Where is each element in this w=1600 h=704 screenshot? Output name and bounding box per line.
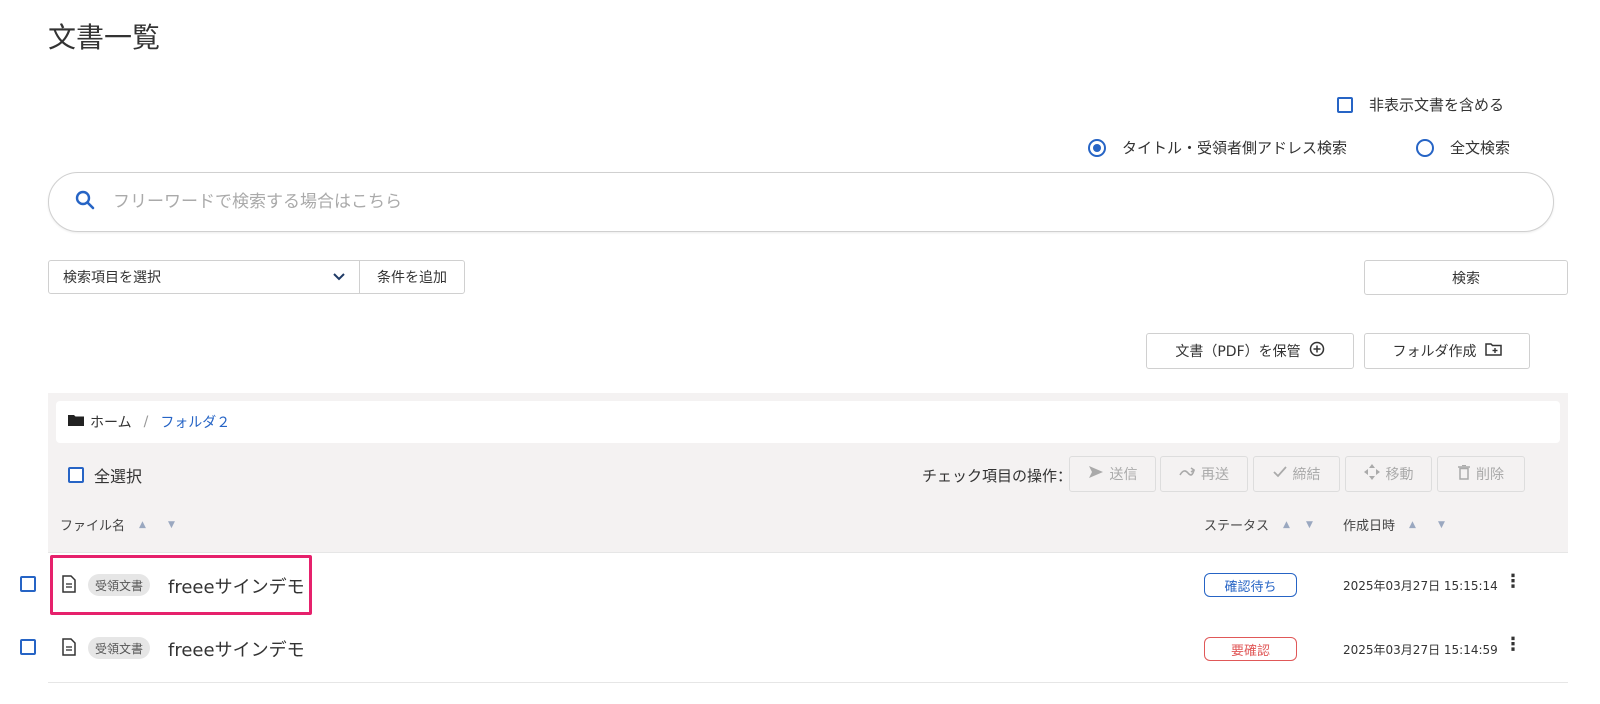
checked-ops-label: チェック項目の操作： bbox=[922, 467, 1073, 485]
document-type-tag: 受領文書 bbox=[88, 637, 151, 659]
resend-label: 再送 bbox=[1201, 467, 1229, 483]
resend-button[interactable]: 再送 bbox=[1160, 456, 1248, 492]
table-row[interactable]: 受領文書 freeeサインデモ 要確認 2025年03月27日 15:14:59… bbox=[20, 617, 1568, 683]
created-date: 2025年03月27日 15:15:14 bbox=[1343, 579, 1498, 593]
select-all[interactable]: 全選択 bbox=[68, 463, 142, 487]
plus-circle-icon bbox=[1309, 341, 1325, 361]
search-button[interactable]: 検索 bbox=[1364, 260, 1568, 295]
resend-icon bbox=[1179, 466, 1196, 482]
chevron-down-icon bbox=[333, 269, 345, 285]
breadcrumb-current[interactable]: フォルダ２ bbox=[160, 412, 230, 432]
move-icon bbox=[1363, 464, 1380, 484]
column-status-label: ステータス bbox=[1204, 519, 1270, 534]
created-date: 2025年03月27日 15:14:59 bbox=[1343, 643, 1498, 657]
sort-asc-icon[interactable]: ▲ bbox=[139, 520, 146, 530]
column-status[interactable]: ステータス ▲ ▼ bbox=[1204, 515, 1313, 534]
radio-fulltext-search-label: 全文検索 bbox=[1450, 139, 1511, 157]
store-pdf-button[interactable]: 文書（PDF）を保管 bbox=[1146, 333, 1354, 369]
search-bar bbox=[48, 172, 1554, 232]
send-icon bbox=[1088, 465, 1104, 483]
include-hidden-label: 非表示文書を含める bbox=[1369, 96, 1505, 114]
sort-desc-icon[interactable]: ▼ bbox=[1438, 520, 1445, 530]
document-icon bbox=[62, 638, 76, 660]
move-label: 移動 bbox=[1385, 467, 1414, 483]
sort-asc-icon[interactable]: ▲ bbox=[1409, 520, 1416, 530]
breadcrumb-separator: / bbox=[143, 414, 149, 430]
send-button[interactable]: 送信 bbox=[1069, 456, 1156, 492]
include-hidden-option[interactable]: 非表示文書を含める bbox=[1337, 94, 1504, 115]
document-type-tag: 受領文書 bbox=[88, 574, 151, 596]
radio-fulltext-search-button[interactable] bbox=[1416, 138, 1434, 157]
conclude-label: 締結 bbox=[1292, 467, 1321, 483]
radio-title-search-label: タイトル・受領者側アドレス検索 bbox=[1122, 139, 1348, 157]
column-created[interactable]: 作成日時 ▲ ▼ bbox=[1343, 515, 1445, 534]
radio-title-search[interactable]: タイトル・受領者側アドレス検索 bbox=[1088, 137, 1347, 158]
trash-icon bbox=[1458, 464, 1470, 484]
sort-desc-icon[interactable]: ▼ bbox=[168, 520, 175, 530]
column-file-name[interactable]: ファイル名 ▲ ▼ bbox=[60, 515, 175, 534]
row-checkbox[interactable] bbox=[20, 576, 36, 592]
more-menu-icon[interactable]: ⋮ bbox=[1504, 571, 1522, 592]
breadcrumb: ホーム / フォルダ２ bbox=[56, 401, 1560, 443]
radio-title-search-button[interactable] bbox=[1088, 138, 1106, 157]
status-badge: 要確認 bbox=[1204, 637, 1297, 661]
breadcrumb-home[interactable]: ホーム bbox=[90, 412, 132, 432]
delete-label: 削除 bbox=[1476, 467, 1504, 483]
include-hidden-checkbox[interactable] bbox=[1337, 96, 1353, 113]
folder-plus-icon bbox=[1484, 342, 1502, 360]
document-name[interactable]: freeeサインデモ bbox=[168, 636, 305, 662]
search-input[interactable] bbox=[113, 192, 1513, 212]
move-button[interactable]: 移動 bbox=[1345, 456, 1432, 492]
check-icon bbox=[1272, 466, 1287, 482]
folder-icon bbox=[68, 414, 84, 430]
document-name[interactable]: freeeサインデモ bbox=[168, 573, 305, 599]
row-checkbox[interactable] bbox=[20, 639, 36, 655]
column-file-name-label: ファイル名 bbox=[60, 519, 126, 534]
select-all-checkbox[interactable] bbox=[68, 467, 84, 483]
delete-button[interactable]: 削除 bbox=[1437, 456, 1525, 492]
page-title: 文書一覧 bbox=[48, 21, 161, 54]
table-row[interactable]: 受領文書 freeeサインデモ 確認待ち 2025年03月27日 15:15:1… bbox=[20, 552, 1568, 618]
store-pdf-label: 文書（PDF）を保管 bbox=[1175, 344, 1301, 360]
conclude-button[interactable]: 締結 bbox=[1253, 456, 1340, 492]
search-field-select-label: 検索項目を選択 bbox=[63, 270, 161, 286]
document-list-panel: ホーム / フォルダ２ 全選択 チェック項目の操作： 送信 再送 締結 移動 削… bbox=[48, 393, 1568, 564]
search-icon bbox=[75, 190, 95, 214]
add-condition-button[interactable]: 条件を追加 bbox=[359, 260, 465, 294]
column-created-label: 作成日時 bbox=[1343, 519, 1396, 534]
create-folder-button[interactable]: フォルダ作成 bbox=[1364, 333, 1530, 369]
create-folder-label: フォルダ作成 bbox=[1392, 344, 1477, 360]
more-menu-icon[interactable]: ⋮ bbox=[1504, 634, 1522, 655]
select-all-label: 全選択 bbox=[94, 467, 143, 486]
sort-desc-icon[interactable]: ▼ bbox=[1306, 520, 1313, 530]
radio-fulltext-search[interactable]: 全文検索 bbox=[1416, 137, 1510, 158]
document-icon bbox=[62, 575, 76, 597]
search-field-select[interactable]: 検索項目を選択 bbox=[48, 260, 360, 294]
status-badge: 確認待ち bbox=[1204, 573, 1297, 597]
sort-asc-icon[interactable]: ▲ bbox=[1283, 520, 1290, 530]
send-label: 送信 bbox=[1109, 467, 1138, 483]
